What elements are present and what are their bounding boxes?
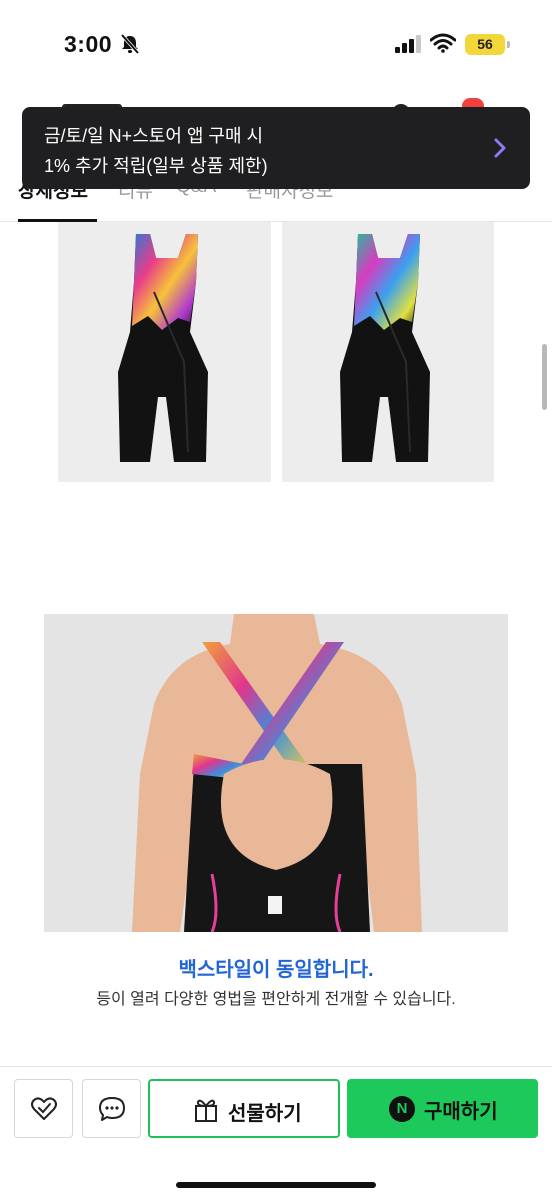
wifi-icon: [430, 33, 456, 53]
buy-button-label: 구매하기: [424, 1101, 498, 1123]
gift-button-label: 선물하기: [228, 1103, 302, 1125]
scrollbar[interactable]: [542, 344, 547, 410]
product-image-back: [44, 614, 508, 932]
naver-pay-icon: N: [389, 1096, 415, 1122]
cellular-signal-icon: [395, 35, 421, 53]
status-bar: 3:00 56: [0, 0, 552, 92]
gift-button[interactable]: 선물하기: [148, 1079, 340, 1138]
product-image-front-1: [58, 222, 271, 482]
promo-toast[interactable]: 금/토/일 N+스토어 앱 구매 시 1% 추가 적립(일부 상품 제한): [22, 107, 530, 189]
buy-button[interactable]: N 구매하기: [347, 1079, 538, 1138]
battery-icon: 56: [465, 34, 510, 55]
product-image-front-2: [282, 222, 494, 482]
gift-icon: [195, 1099, 217, 1122]
heart-check-icon: [31, 1097, 57, 1120]
talk-talk-button[interactable]: [82, 1079, 141, 1138]
toast-line-1: 금/토/일 N+스토어 앱 구매 시: [44, 126, 264, 146]
chat-bubble-icon: [99, 1097, 125, 1121]
toast-line-2: 1% 추가 적립(일부 상품 제한): [44, 156, 268, 176]
home-indicator[interactable]: [176, 1182, 376, 1188]
status-time: 3:00: [64, 31, 113, 57]
like-button[interactable]: [14, 1079, 73, 1138]
chevron-right-icon[interactable]: [490, 137, 510, 159]
bell-slash-icon: [120, 33, 140, 55]
back-style-description: 등이 열려 다양한 영법을 편안하게 전개할 수 있습니다.: [96, 991, 456, 1008]
back-style-title: 백스타일이 동일합니다.: [178, 959, 374, 981]
